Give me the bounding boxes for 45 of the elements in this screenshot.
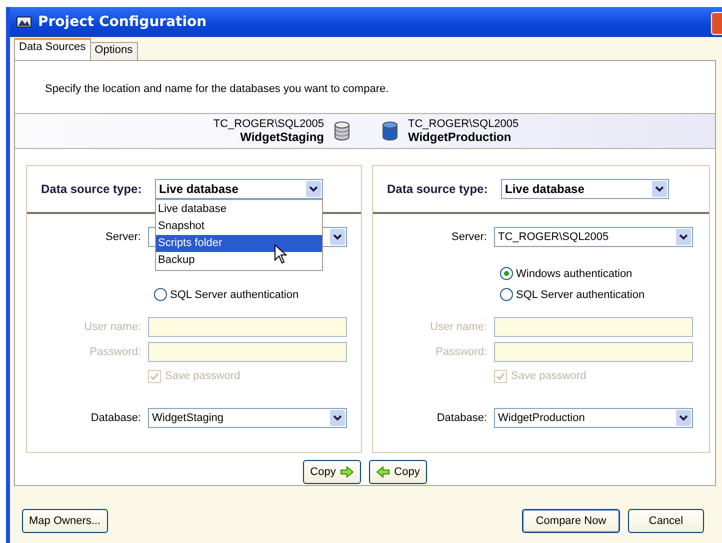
field-label: Password:: [434, 346, 488, 358]
dropdown-option[interactable]: Scripts folder: [156, 235, 322, 252]
server-dropdown[interactable]: TC_ROGER\SQL2005: [494, 227, 693, 247]
window-title: Project Configuration: [38, 14, 207, 30]
map-owners-button[interactable]: Map Owners...: [22, 509, 108, 533]
radio-label[interactable]: Windows authentication: [516, 268, 632, 280]
field-label: User name:: [429, 321, 488, 333]
tab[interactable]: Data Sources: [14, 38, 91, 60]
dropdown-option[interactable]: Live database: [156, 201, 322, 218]
radio-label[interactable]: SQL Server authentication: [170, 288, 299, 300]
mouse-cursor-icon: [274, 244, 288, 264]
radio-button[interactable]: [500, 267, 513, 280]
dialog-button[interactable]: Cancel: [628, 509, 704, 533]
type-dropdown[interactable]: Live database: [501, 179, 669, 199]
field-label: Server:: [104, 231, 142, 243]
instruction-text: Specify the location and name for the databases you want to compare.: [44, 82, 390, 97]
radio-button[interactable]: [154, 288, 167, 301]
password-field[interactable]: [148, 342, 347, 362]
database-name: WidgetProduction: [408, 131, 512, 144]
dropdown-option[interactable]: Snapshot: [156, 218, 322, 235]
database-name: WidgetStaging: [240, 131, 324, 144]
dialog-button[interactable]: Compare Now: [522, 509, 620, 533]
copy-button[interactable]: Copy: [303, 460, 361, 484]
radio-button[interactable]: [500, 288, 513, 301]
field-label: Password:: [88, 346, 142, 358]
dropdown-option[interactable]: Backup: [156, 252, 322, 269]
type-dropdown[interactable]: Live database: [155, 179, 323, 199]
app-icon: [16, 15, 32, 29]
username-field[interactable]: [494, 317, 693, 337]
database-dropdown[interactable]: WidgetStaging: [148, 408, 347, 428]
tab[interactable]: Options: [90, 42, 138, 60]
copy-button[interactable]: Copy: [369, 460, 427, 484]
field-label: User name:: [83, 321, 142, 333]
field-label: Database:: [90, 412, 142, 424]
field-label: Database:: [436, 412, 488, 424]
server-name: TC_ROGER\SQL2005: [213, 118, 324, 131]
field-label: Server:: [450, 231, 488, 243]
database-dropdown[interactable]: WidgetProduction: [494, 408, 693, 428]
radio-label[interactable]: SQL Server authentication: [516, 288, 645, 300]
password-field[interactable]: [494, 342, 693, 362]
field-label: Data source type:: [41, 182, 143, 196]
close-button[interactable]: [711, 12, 722, 35]
field-label: Data source type:: [387, 182, 489, 196]
server-name: TC_ROGER\SQL2005: [408, 118, 519, 131]
username-field[interactable]: [148, 317, 347, 337]
